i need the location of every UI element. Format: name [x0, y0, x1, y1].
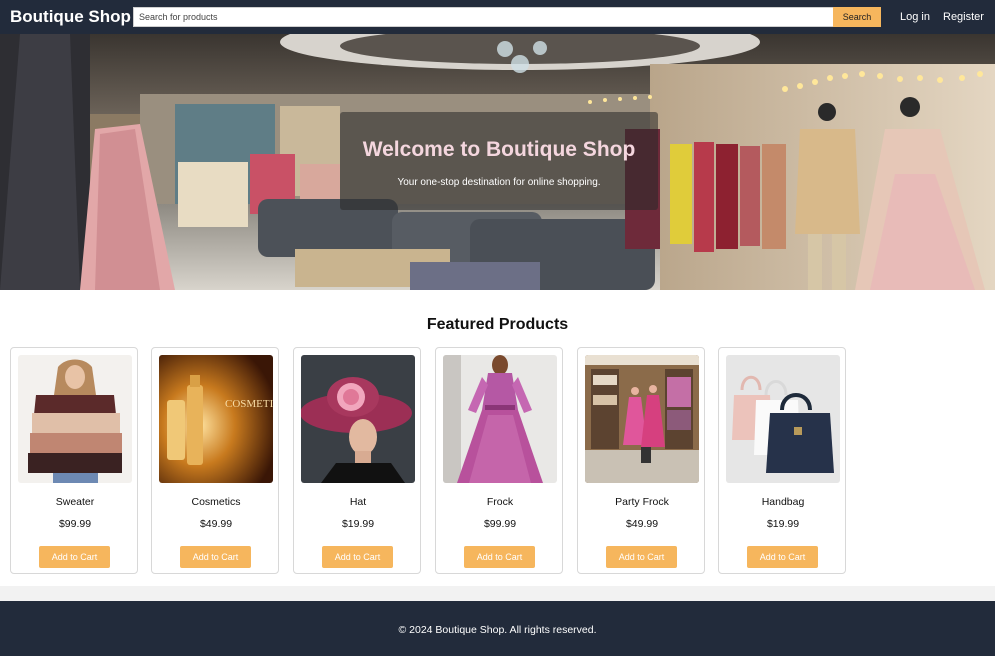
product-card-cosmetics[interactable]: COSMETI Cosmetics $49.99 Add to Cart [151, 347, 279, 574]
register-link[interactable]: Register [943, 11, 984, 23]
add-to-cart-button[interactable]: Add to Cart [747, 546, 818, 568]
product-card-party-frock[interactable]: Party Frock $49.99 Add to Cart [577, 347, 705, 574]
product-card-handbag[interactable]: Handbag $19.99 Add to Cart [718, 347, 846, 574]
product-image-party-frock[interactable] [585, 355, 699, 483]
product-image-hat[interactable] [301, 355, 415, 483]
product-name: Handbag [761, 496, 805, 508]
product-image-frock[interactable] [443, 355, 557, 483]
product-name: Frock [486, 496, 514, 508]
section-divider [0, 586, 995, 601]
search-input[interactable] [133, 7, 833, 27]
hero-banner: Welcome to Boutique Shop Your one-stop d… [0, 34, 995, 290]
cosmetics-brand-text: COSMETI [225, 398, 273, 410]
product-image-sweater[interactable] [18, 355, 132, 483]
add-to-cart-button[interactable]: Add to Cart [180, 546, 251, 568]
search-button[interactable]: Search [833, 7, 881, 27]
hero-title: Welcome to Boutique Shop [362, 138, 636, 161]
brand-logo-text[interactable]: Boutique Shop [10, 7, 131, 27]
login-link[interactable]: Log in [900, 11, 930, 23]
add-to-cart-button[interactable]: Add to Cart [39, 546, 110, 568]
product-price: $99.99 [58, 518, 92, 530]
product-name: Party Frock [615, 496, 669, 508]
product-card-hat[interactable]: Hat $19.99 Add to Cart [293, 347, 421, 574]
product-card-frock[interactable]: Frock $99.99 Add to Cart [435, 347, 563, 574]
product-price: $99.99 [483, 518, 517, 530]
featured-products-heading: Featured Products [426, 316, 569, 333]
top-navbar: Boutique Shop Search Log in Register [0, 0, 995, 34]
copyright-text: © 2024 Boutique Shop. All rights reserve… [398, 624, 597, 636]
add-to-cart-button[interactable]: Add to Cart [606, 546, 677, 568]
product-price: $49.99 [199, 518, 233, 530]
add-to-cart-button[interactable]: Add to Cart [464, 546, 535, 568]
product-price: $19.99 [341, 518, 375, 530]
product-price: $19.99 [766, 518, 800, 530]
product-card-sweater[interactable]: Sweater $99.99 Add to Cart [10, 347, 138, 574]
product-name: Cosmetics [191, 496, 241, 508]
hero-subtitle: Your one-stop destination for online sho… [397, 177, 601, 188]
product-name: Hat [349, 496, 367, 508]
product-price: $49.99 [625, 518, 659, 530]
add-to-cart-button[interactable]: Add to Cart [322, 546, 393, 568]
product-name: Sweater [55, 496, 95, 508]
footer: © 2024 Boutique Shop. All rights reserve… [0, 601, 995, 656]
product-image-cosmetics[interactable]: COSMETI [159, 355, 273, 483]
product-image-handbag[interactable] [726, 355, 840, 483]
